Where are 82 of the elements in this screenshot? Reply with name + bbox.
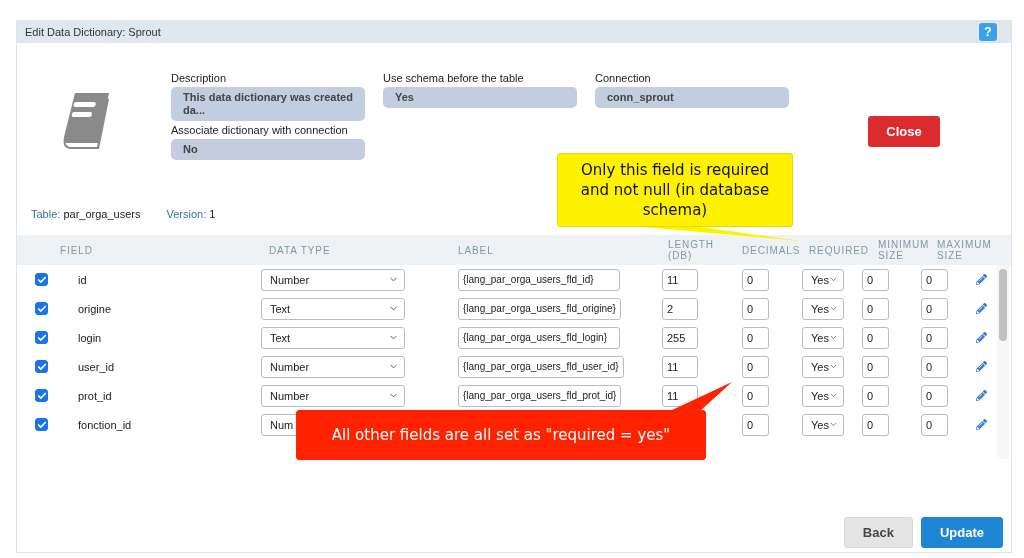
decimals-input[interactable]: 0 [742,297,769,320]
required-select[interactable]: Yes [802,384,844,407]
decimals-input[interactable]: 0 [742,413,769,436]
required-select[interactable]: Yes [802,355,844,378]
label-input[interactable]: {lang_par_orga_users_fld_id} [458,268,620,291]
field-name: user_id [77,360,115,373]
maximum-size-input[interactable]: 0 [921,326,948,349]
maximum-size-input[interactable]: 0 [921,297,948,320]
row-checkbox[interactable] [35,389,48,402]
label-input[interactable]: {lang_par_orga_users_fld_user_id} [458,355,624,378]
decimals-input[interactable]: 0 [742,326,769,349]
decimals-input[interactable]: 0 [742,268,769,291]
maximum-size-input[interactable]: 0 [921,268,948,291]
row-checkbox[interactable] [35,273,48,286]
minimum-size-input[interactable]: 0 [862,355,889,378]
row-checkbox[interactable] [35,360,48,373]
data-type-select[interactable]: Number [261,355,405,378]
decimals-input[interactable]: 0 [742,384,769,407]
maximum-size-input[interactable]: 0 [921,355,948,378]
field-label: Description [171,71,227,85]
column-header: DECIMALS [742,244,802,256]
field-label: Connection [595,71,651,85]
data-type-select[interactable]: Number [261,268,405,291]
minimum-size-input[interactable]: 0 [862,384,889,407]
back-button[interactable]: Back [843,517,913,548]
column-header: FIELD [60,244,94,256]
edit-icon[interactable] [976,419,987,430]
column-header: MINIMUM SIZE [878,239,931,261]
field-value: Yes [383,87,577,108]
minimum-size-input[interactable]: 0 [862,326,889,349]
data-type-select[interactable]: Text [261,326,405,349]
window-title: Edit Data Dictionary: Sprout [25,26,161,38]
field-name: fonction_id [77,418,132,431]
length-input[interactable]: 11 [662,268,698,291]
edit-icon[interactable] [976,274,987,285]
edit-icon[interactable] [976,303,987,314]
row-checkbox[interactable] [35,418,48,431]
data-type-select[interactable]: Text [261,297,405,320]
data-type-select[interactable]: Number [261,384,405,407]
maximum-size-input[interactable]: 0 [921,384,948,407]
field-name: login [77,331,102,344]
field-value: No [171,139,365,160]
required-select[interactable]: Yes [802,297,844,320]
column-header: DATA TYPE [269,244,332,256]
label-input[interactable]: {lang_par_orga_users_fld_login} [458,326,620,349]
field-name: origine [77,302,112,315]
required-select[interactable]: Yes [802,268,844,291]
field-name: id [77,273,87,286]
decimals-input[interactable]: 0 [742,355,769,378]
edit-icon[interactable] [976,390,987,401]
version-text: Version: 1 [166,208,216,220]
minimum-size-input[interactable]: 0 [862,297,889,320]
scrollbar[interactable] [997,265,1009,459]
update-button[interactable]: Update [920,517,1003,548]
label-input[interactable]: {lang_par_orga_users_fld_prot_id} [458,384,622,407]
label-input[interactable]: {lang_par_orga_users_fld_origine} [458,297,621,320]
minimum-size-input[interactable]: 0 [862,268,889,291]
edit-icon[interactable] [976,361,987,372]
row-checkbox[interactable] [35,331,48,344]
field-label: Use schema before the table [383,71,524,85]
column-header: LABEL [458,244,495,256]
close-button[interactable]: Close [868,116,940,147]
length-input[interactable]: 255 [662,326,698,349]
required-select[interactable]: Yes [802,413,844,436]
column-header: MAXIMUM SIZE [937,239,993,261]
length-input[interactable]: 2 [662,297,698,320]
table-name-text: Table: par_orga_users [31,208,141,220]
field-value: This data dictionary was created da... [171,87,365,121]
row-checkbox[interactable] [35,302,48,315]
callout-pointer [670,382,732,411]
length-input[interactable]: 11 [662,384,698,407]
book-icon [63,91,111,149]
maximum-size-input[interactable]: 0 [921,413,948,436]
length-input[interactable]: 11 [662,355,698,378]
minimum-size-input[interactable]: 0 [862,413,889,436]
field-label: Associate dictionary with connection [171,123,348,137]
field-value: conn_sprout [595,87,789,108]
column-header: LENGTH (DB) [668,239,715,261]
column-header: REQUIRED [809,244,870,256]
required-select[interactable]: Yes [802,326,844,349]
field-name: prot_id [77,389,112,402]
edit-icon[interactable] [976,332,987,343]
